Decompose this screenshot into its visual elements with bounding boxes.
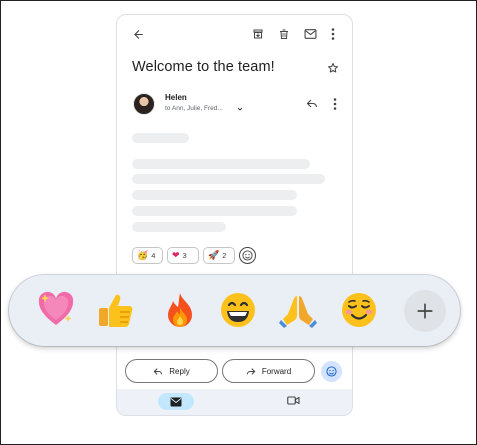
content-placeholder	[132, 222, 226, 232]
video-camera-icon[interactable]	[287, 395, 300, 406]
thumbs-up-emoji[interactable]	[93, 288, 139, 334]
delete-icon[interactable]	[278, 28, 290, 40]
party-face-emoji: 🥳	[137, 250, 149, 260]
more-vert-icon[interactable]	[331, 28, 335, 40]
content-placeholder	[132, 133, 189, 143]
reply-label: Reply	[169, 366, 190, 376]
more-emoji-button[interactable]	[404, 290, 446, 332]
nav-mail-tab[interactable]	[158, 393, 194, 410]
archive-icon[interactable]	[252, 28, 264, 40]
reaction-count: 2	[222, 251, 227, 260]
plus-icon	[417, 303, 433, 319]
chevron-down-icon[interactable]	[236, 105, 244, 113]
forward-label: Forward	[261, 366, 292, 376]
sender-name: Helen	[165, 93, 187, 102]
emoji-reaction-tray	[9, 275, 460, 346]
rocket-emoji: 🚀	[208, 250, 220, 260]
smiley-icon	[242, 250, 253, 261]
reaction-count: 4	[151, 251, 156, 260]
reply-icon[interactable]	[306, 98, 318, 109]
grinning-face-emoji[interactable]	[215, 288, 261, 334]
emoji-reaction-button[interactable]	[321, 361, 342, 382]
reaction-chip-party[interactable]: 🥳 4	[132, 247, 163, 264]
reaction-chip-heart[interactable]: ❤ 3	[167, 247, 199, 264]
forward-button[interactable]: Forward	[222, 359, 315, 383]
forward-icon	[246, 367, 256, 375]
red-heart-emoji: ❤	[172, 250, 180, 260]
reply-icon	[153, 367, 163, 375]
recipients-line[interactable]: to Ann, Julie, Fred...	[165, 105, 223, 112]
mail-icon	[170, 397, 182, 406]
bottom-nav	[117, 389, 352, 415]
email-subject: Welcome to the team!	[132, 59, 275, 75]
smiling-face-emoji[interactable]	[336, 288, 382, 334]
more-vert-icon[interactable]	[333, 98, 337, 110]
content-placeholder	[132, 206, 297, 216]
add-reaction-button[interactable]	[239, 247, 256, 264]
reaction-chip-rocket[interactable]: 🚀 2	[203, 247, 235, 264]
back-arrow-icon[interactable]	[132, 28, 145, 41]
star-icon[interactable]	[327, 62, 339, 74]
content-placeholder	[132, 159, 310, 169]
folded-hands-emoji[interactable]	[275, 288, 321, 334]
mark-unread-icon[interactable]	[304, 28, 317, 40]
avatar[interactable]	[133, 93, 155, 115]
content-placeholder	[132, 174, 325, 184]
content-placeholder	[132, 190, 297, 200]
reaction-count: 3	[182, 251, 187, 260]
email-card: Welcome to the team! Helen to Ann, Julie…	[116, 14, 353, 416]
smiley-icon	[326, 366, 337, 377]
fire-emoji[interactable]	[157, 288, 203, 334]
sparkling-heart-emoji[interactable]	[33, 288, 79, 334]
reply-button[interactable]: Reply	[125, 359, 218, 383]
